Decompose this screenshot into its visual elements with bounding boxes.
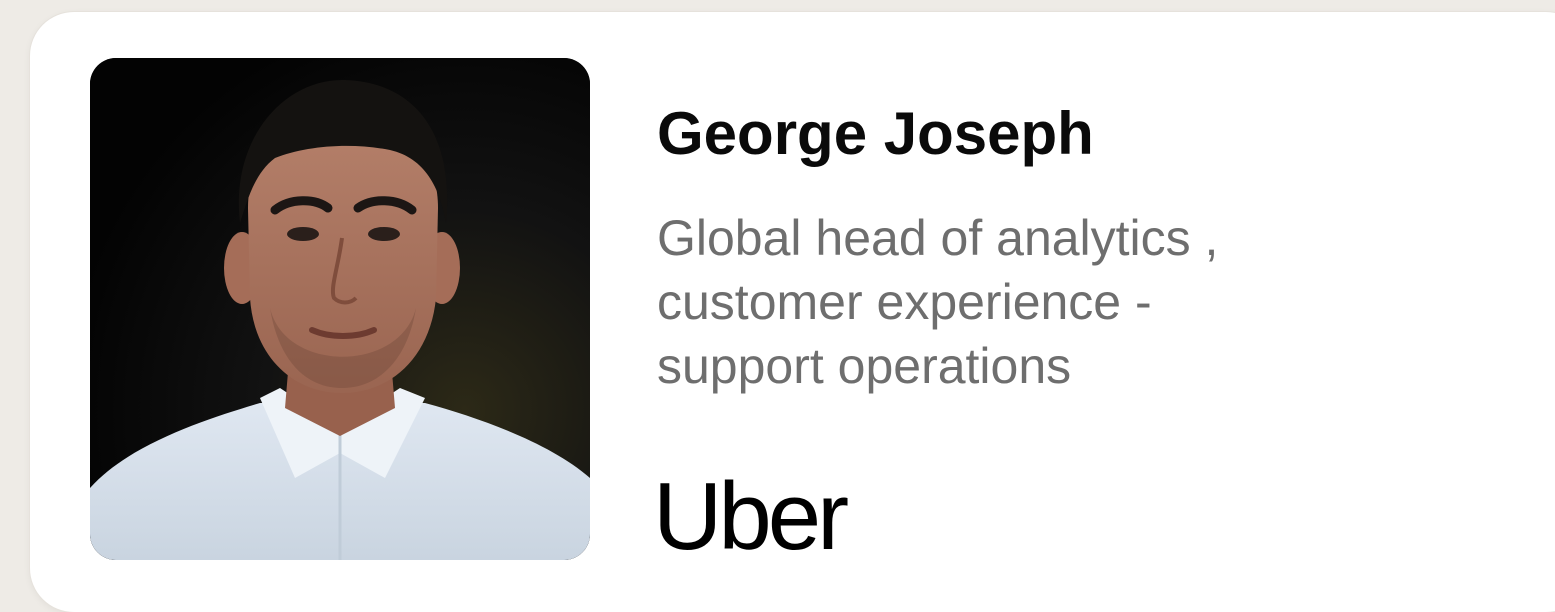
company-logo: Uber xyxy=(653,463,849,570)
job-title-line: support operations xyxy=(657,338,1072,394)
job-title-line: Global head of analytics , xyxy=(657,210,1219,266)
person-name: George Joseph xyxy=(657,100,1094,167)
job-title-line: customer experience - xyxy=(657,274,1152,330)
profile-photo xyxy=(90,58,590,560)
job-title: Global head of analytics , customer expe… xyxy=(657,206,1417,398)
profile-photo-illustration xyxy=(90,58,590,560)
